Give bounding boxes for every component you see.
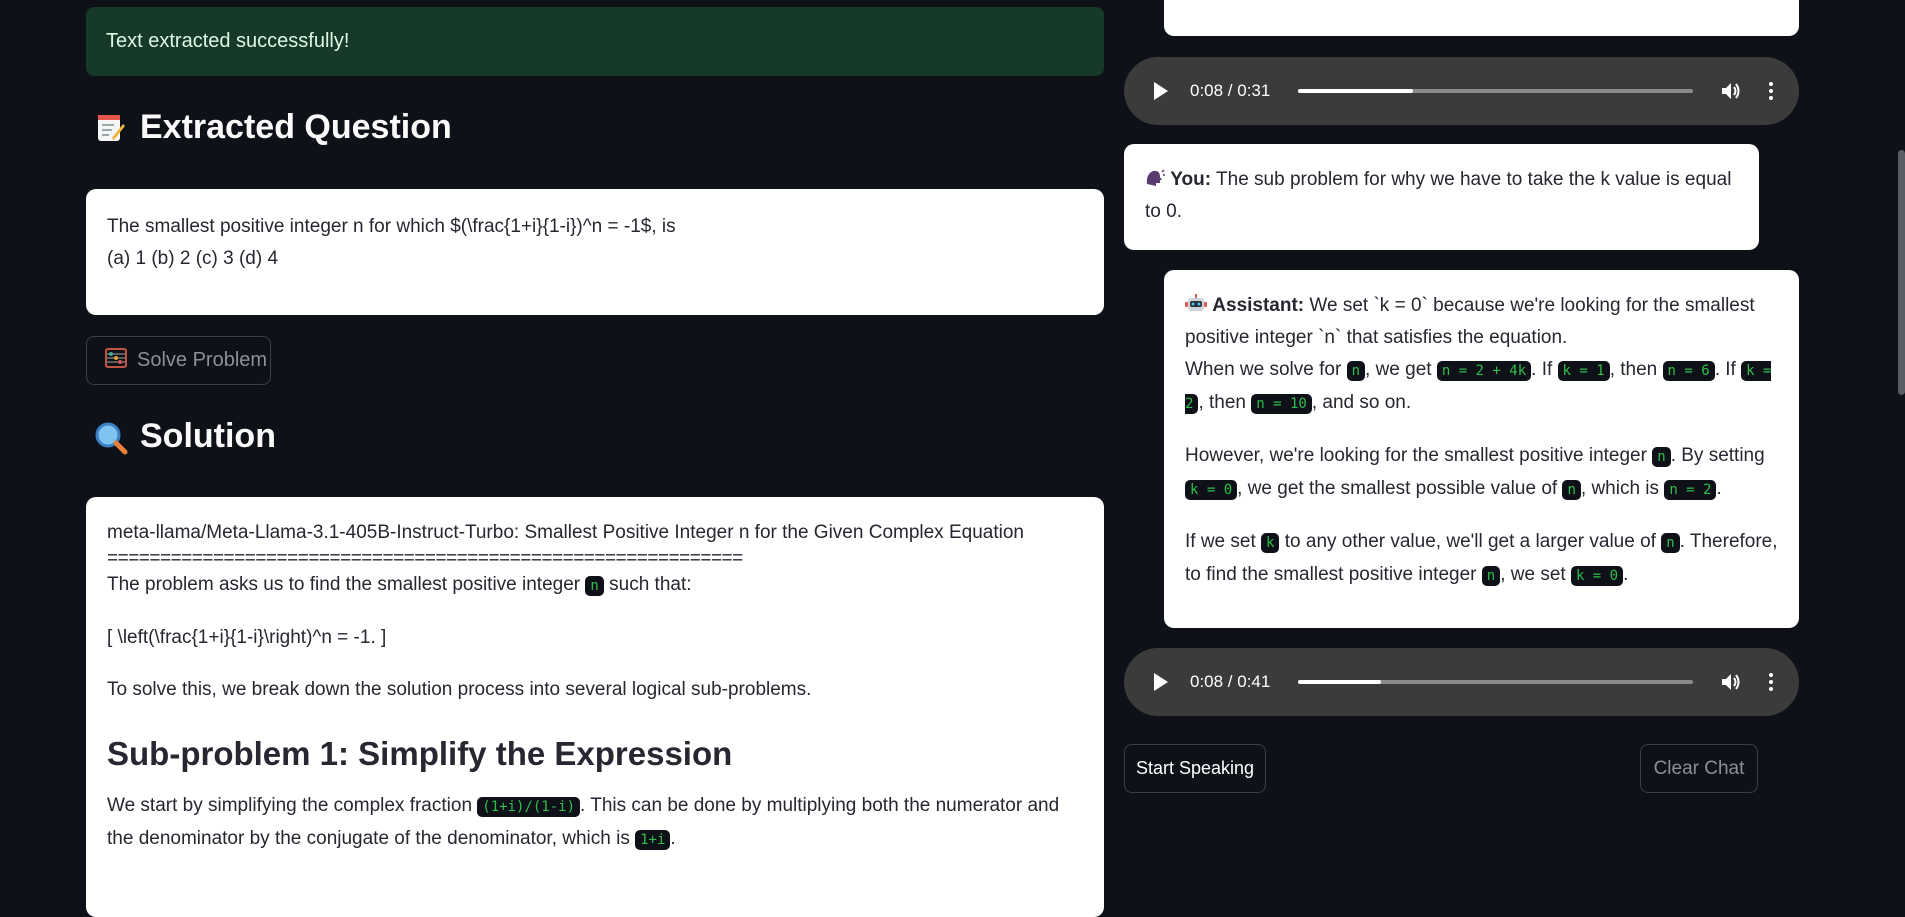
solution-paragraph-4: We start by simplifying the complex frac…: [107, 790, 1083, 856]
text: , which is: [1580, 478, 1665, 499]
user-message-card: You: The sub problem for why we have to …: [1124, 144, 1759, 250]
inline-code: n: [1652, 447, 1671, 467]
text: , we get the smallest possible value of: [1237, 478, 1563, 499]
text: to any other value, we'll get a larger v…: [1279, 531, 1662, 552]
text: .: [1623, 564, 1629, 585]
inline-code: n = 10: [1251, 394, 1312, 414]
more-vertical-icon[interactable]: [1769, 82, 1773, 100]
assistant-paragraph-2: However, we're looking for the smallest …: [1185, 440, 1778, 506]
question-card: The smallest positive integer n for whic…: [86, 189, 1104, 315]
audio-progress: [1298, 680, 1382, 684]
inline-code: (1+i)/(1-i): [477, 797, 581, 817]
solution-card: meta-llama/Meta-Llama-3.1-405B-Instruct-…: [86, 497, 1104, 917]
inline-code: k: [1261, 533, 1280, 553]
assistant-paragraph-3: If we set k to any other value, we'll ge…: [1185, 526, 1778, 592]
audio-player-2[interactable]: 0:08 / 0:41: [1124, 648, 1799, 716]
success-message: Text extracted successfully!: [106, 30, 350, 52]
question-line-2: (a) 1 (b) 2 (c) 3 (d) 4: [107, 248, 279, 269]
speaking-head-icon: [1145, 169, 1170, 190]
robot-icon: [1185, 294, 1212, 316]
inline-code: k = 0: [1185, 480, 1238, 500]
inline-code: n: [1346, 361, 1366, 381]
user-message-text: The sub problem for why we have to take …: [1145, 169, 1732, 222]
success-alert: Text extracted successfully!: [86, 7, 1104, 76]
text: . If: [1714, 359, 1742, 380]
inline-code: 1+i: [635, 830, 671, 850]
assistant-message-card: Assistant: We set `k = 0` because we're …: [1164, 270, 1799, 628]
text: , and so on.: [1311, 392, 1412, 413]
text: . If: [1531, 359, 1558, 380]
assistant-intro: Assistant: We set `k = 0` because we're …: [1185, 290, 1778, 354]
audio-seek-bar[interactable]: [1298, 680, 1693, 684]
audio-progress: [1298, 89, 1413, 93]
clear-chat-button[interactable]: Clear Chat: [1640, 744, 1758, 793]
inline-code: n = 2: [1664, 480, 1717, 500]
subproblem-1-title: Sub-problem 1: Simplify the Expression: [107, 735, 733, 772]
text: However, we're looking for the smallest …: [1185, 445, 1653, 466]
text: The problem asks us to find the smallest…: [107, 574, 586, 595]
inline-code: n: [1562, 480, 1581, 500]
solution-equation: [ \left(\frac{1+i}{1-i}\right)^n = -1. ]: [107, 627, 387, 648]
solution-paragraph-1: The problem asks us to find the smallest…: [107, 569, 1083, 602]
memo-icon: [94, 112, 126, 144]
abacus-icon: [105, 347, 127, 374]
audio-player-1[interactable]: 0:08 / 0:31: [1124, 57, 1799, 125]
text: When we solve for: [1185, 359, 1347, 380]
question-line-1: The smallest positive integer n for whic…: [107, 216, 676, 237]
inline-code: n = 6: [1662, 361, 1715, 381]
assistant-paragraph-1: When we solve for n, we get n = 2 + 4k. …: [1185, 354, 1778, 420]
inline-code: k = 0: [1570, 566, 1624, 586]
volume-icon[interactable]: [1721, 673, 1741, 691]
extracted-question-title: Extracted Question: [140, 108, 452, 146]
inline-code: n: [1661, 533, 1680, 553]
solution-paragraph-3: To solve this, we break down the solutio…: [107, 679, 812, 700]
inline-code: n = 2 + 4k: [1436, 361, 1532, 381]
inline-code: n: [1481, 566, 1501, 586]
solve-problem-label: Solve Problem: [137, 349, 268, 371]
text: , we get: [1365, 359, 1437, 380]
volume-icon[interactable]: [1721, 82, 1741, 100]
magnifying-glass-icon: [94, 421, 128, 454]
assistant-label: Assistant:: [1212, 295, 1305, 316]
audio-seek-bar[interactable]: [1298, 89, 1693, 93]
text: , then: [1198, 392, 1252, 413]
start-speaking-button[interactable]: Start Speaking: [1124, 744, 1266, 793]
inline-code: n: [585, 576, 604, 596]
text: , we set: [1500, 564, 1571, 585]
page-scrollbar[interactable]: [1898, 150, 1905, 395]
text: If we set: [1185, 531, 1262, 552]
text: . By setting: [1670, 445, 1765, 466]
text: We start by simplifying the complex frac…: [107, 795, 478, 816]
extracted-question-heading: Extracted Question: [94, 108, 452, 147]
text: , then: [1609, 359, 1663, 380]
play-icon[interactable]: [1154, 673, 1168, 691]
audio-time: 0:08 / 0:31: [1190, 81, 1271, 100]
more-vertical-icon[interactable]: [1769, 673, 1773, 691]
solution-model-line: meta-llama/Meta-Llama-3.1-405B-Instruct-…: [107, 522, 1024, 543]
solve-problem-button[interactable]: Solve Problem: [86, 336, 271, 385]
solution-heading: Solution: [94, 417, 276, 456]
solution-title: Solution: [140, 417, 276, 455]
audio-time: 0:08 / 0:41: [1190, 672, 1271, 691]
text: such that:: [603, 574, 692, 595]
solution-rule: ========================================…: [107, 549, 743, 569]
previous-message-card: [1164, 0, 1799, 36]
text: .: [1716, 478, 1722, 499]
text: .: [670, 828, 676, 849]
user-label: You:: [1170, 169, 1212, 190]
play-icon[interactable]: [1154, 82, 1168, 100]
inline-code: k = 1: [1557, 361, 1610, 381]
